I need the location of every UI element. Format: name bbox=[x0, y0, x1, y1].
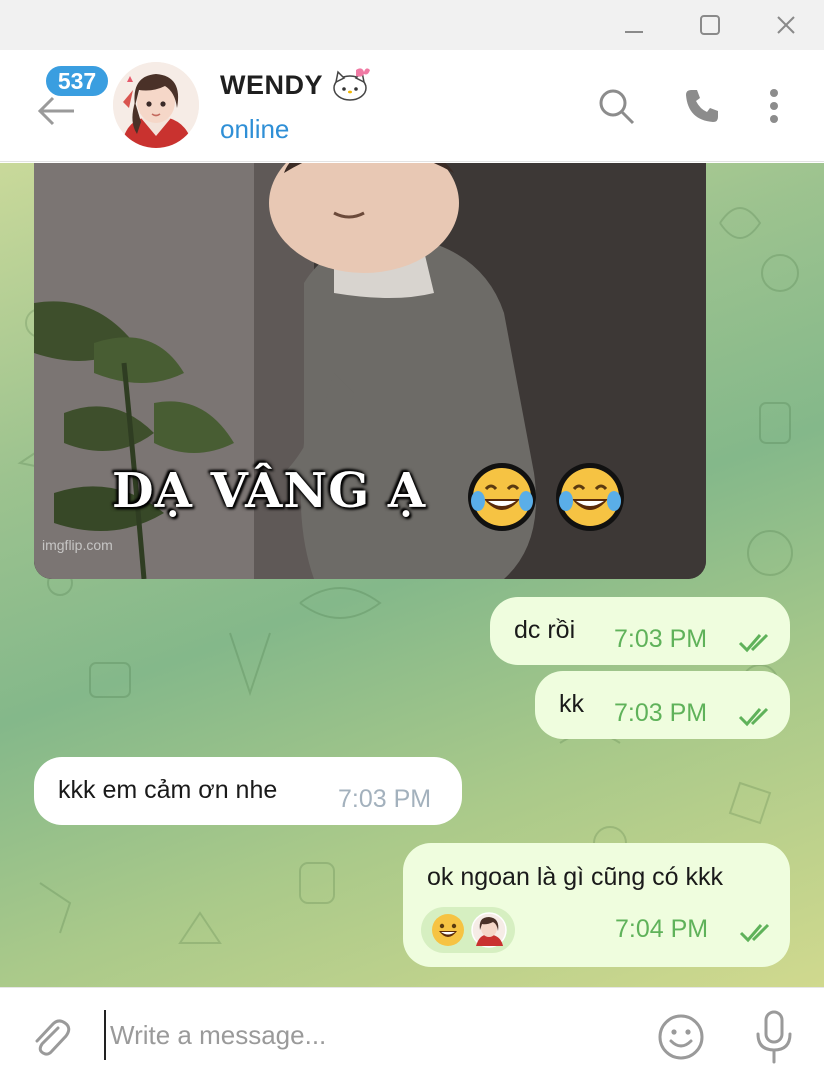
message-time: 7:03 PM bbox=[614, 699, 708, 727]
avatar-image bbox=[113, 62, 199, 148]
message-text: dc rồi bbox=[514, 616, 576, 644]
call-button[interactable] bbox=[680, 84, 724, 128]
contact-name[interactable]: WENDY bbox=[220, 70, 323, 101]
message-time: 7:03 PM bbox=[338, 785, 432, 813]
message-input[interactable] bbox=[104, 1010, 624, 1060]
message-composer bbox=[0, 987, 824, 1084]
unread-count-badge: 537 bbox=[44, 64, 110, 98]
maximize-icon bbox=[700, 15, 720, 35]
voice-message-button[interactable] bbox=[752, 1008, 796, 1066]
close-button[interactable] bbox=[766, 6, 806, 44]
search-icon bbox=[599, 89, 635, 125]
attach-button[interactable] bbox=[28, 1016, 74, 1062]
gif-watermark: imgflip.com bbox=[42, 537, 113, 553]
message-time: 7:04 PM bbox=[615, 915, 709, 943]
hello-kitty-sticker bbox=[333, 68, 370, 101]
minimize-icon bbox=[625, 31, 643, 33]
phone-icon bbox=[686, 90, 718, 122]
reactor-avatar-icon bbox=[471, 912, 507, 948]
message-bubble-outgoing[interactable]: dc rồi 7:03 PM bbox=[490, 597, 790, 665]
window-titlebar bbox=[0, 0, 824, 50]
close-icon bbox=[777, 16, 795, 34]
paperclip-icon bbox=[35, 1019, 71, 1056]
message-reactions[interactable] bbox=[421, 907, 515, 953]
gif-caption: DẠ VÂNG Ạ bbox=[112, 463, 427, 519]
avatar[interactable] bbox=[113, 62, 199, 148]
tears-of-joy-emoji-icon bbox=[468, 463, 536, 531]
chat-header: 537 WENDY online bbox=[0, 50, 824, 162]
tears-of-joy-emoji-icon bbox=[556, 463, 624, 531]
message-text: kkk em cảm ơn nhe bbox=[58, 776, 278, 804]
double-check-icon bbox=[739, 923, 770, 943]
message-bubble-outgoing[interactable]: kk 7:03 PM bbox=[535, 671, 790, 739]
back-arrow-icon bbox=[37, 96, 74, 126]
message-time: 7:03 PM bbox=[614, 625, 708, 653]
contact-status: online bbox=[220, 114, 290, 144]
microphone-icon bbox=[756, 1010, 792, 1064]
double-check-icon bbox=[738, 707, 769, 727]
more-options-button[interactable] bbox=[752, 84, 796, 128]
maximize-button[interactable] bbox=[690, 6, 730, 44]
minimize-button[interactable] bbox=[614, 6, 654, 44]
emoji-button[interactable] bbox=[656, 1012, 706, 1062]
back-button[interactable] bbox=[36, 94, 80, 128]
message-bubble-incoming[interactable]: kkk em cảm ơn nhe 7:03 PM bbox=[34, 757, 462, 825]
message-bubble-outgoing[interactable]: ok ngoan là gì cũng có kkk 7:04 PM bbox=[403, 843, 790, 967]
message-text: kk bbox=[559, 690, 584, 718]
gif-message[interactable]: DẠ VÂNG Ạ imgflip.com bbox=[34, 163, 706, 579]
search-button[interactable] bbox=[594, 84, 638, 128]
grinning-face-reaction-icon bbox=[432, 914, 464, 946]
double-check-icon bbox=[738, 633, 769, 653]
smiley-icon bbox=[658, 1014, 704, 1060]
more-vertical-icon bbox=[770, 89, 778, 123]
chat-history[interactable]: DẠ VÂNG Ạ imgflip.com dc rồi 7:03 PM kk … bbox=[0, 163, 824, 987]
message-text: ok ngoan là gì cũng có kkk bbox=[427, 863, 724, 891]
